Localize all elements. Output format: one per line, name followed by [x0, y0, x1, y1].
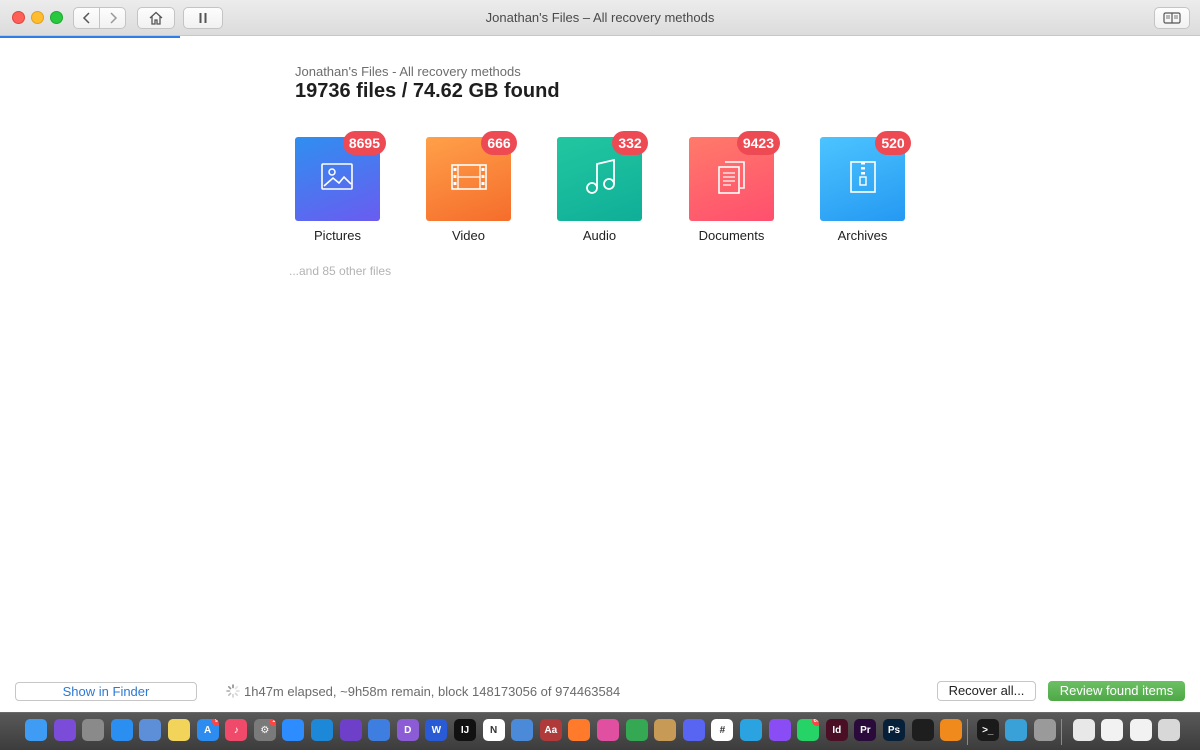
category-count-badge: 332: [612, 131, 648, 155]
dock-glyph: >_: [982, 724, 994, 736]
category-label: Archives: [837, 228, 888, 243]
show-in-finder-button[interactable]: Show in Finder: [15, 682, 197, 701]
category-label: Video: [451, 228, 485, 243]
slack-icon[interactable]: #: [711, 719, 734, 741]
dock-glyph: #: [719, 724, 726, 736]
scan-progress-bar: [0, 36, 1200, 38]
system-preferences-icon[interactable]: ⚙ 1: [253, 719, 276, 741]
maps-icon[interactable]: [654, 719, 677, 741]
terminal-icon[interactable]: >_: [976, 719, 999, 741]
safari-icon[interactable]: [110, 719, 133, 741]
spinner-icon: [226, 684, 240, 698]
dock-glyph: N: [489, 724, 498, 736]
documents-icon: [714, 158, 750, 201]
vlc-icon[interactable]: [940, 719, 963, 741]
xcode-icon[interactable]: [368, 719, 391, 741]
dictionary-icon[interactable]: Aa: [539, 719, 562, 741]
review-found-items-button[interactable]: Review found items: [1048, 681, 1185, 701]
intellij-icon[interactable]: IJ: [454, 719, 476, 741]
category-label: Audio: [582, 228, 617, 243]
music-note-icon: [583, 158, 617, 201]
music-icon[interactable]: ♪: [225, 719, 248, 741]
category-video[interactable]: 666 Video: [426, 131, 517, 243]
dock-separator: [1060, 719, 1062, 745]
picture-icon: [320, 161, 356, 198]
category-count-badge: 9423: [736, 131, 780, 155]
app-window: Jonathan's Files – All recovery methods …: [0, 0, 1200, 712]
photoshop-icon[interactable]: Ps: [883, 719, 905, 741]
preview-icon[interactable]: [139, 719, 162, 741]
messenger-icon[interactable]: [768, 719, 791, 741]
sidebar-icon: [1163, 12, 1181, 24]
footer-bar: Show in Finder 1h47m elapsed, ~9h58m rem…: [0, 680, 1200, 710]
firefox-icon[interactable]: [568, 719, 591, 741]
category-label: Documents: [698, 228, 765, 243]
dock-glyph: ⚙: [260, 724, 270, 736]
toggle-sidebar-button[interactable]: [1154, 7, 1190, 29]
documents-stack-icon[interactable]: [1072, 719, 1095, 741]
found-summary-headline: 19736 files / 74.62 GB found: [295, 80, 560, 102]
vscode-icon[interactable]: [311, 719, 333, 741]
session-subtitle: Jonathan's Files - All recovery methods: [295, 64, 521, 79]
indesign-icon[interactable]: Id: [825, 719, 848, 741]
other-files-link[interactable]: ...and 85 other files: [289, 264, 391, 278]
figma-icon[interactable]: [911, 719, 934, 741]
premiere-icon[interactable]: Pr: [854, 719, 877, 741]
category-count-badge: 520: [875, 131, 911, 155]
title-bar: Jonathan's Files – All recovery methods: [0, 0, 1200, 36]
category-count-badge: 666: [481, 131, 517, 155]
scan-status-text: 1h47m elapsed, ~9h58m remain, block 1481…: [244, 684, 621, 699]
whatsapp-icon[interactable]: 60: [797, 719, 820, 741]
chrome-icon[interactable]: [625, 719, 648, 741]
macos-dock: A 9 ♪ ⚙ 1 D W IJ N Aa #60 Id Pr Ps >_: [0, 712, 1200, 750]
arc-icon[interactable]: [597, 719, 619, 741]
dock-glyph: Ps: [887, 724, 901, 736]
dock-separator: [966, 719, 968, 745]
category-label: Pictures: [314, 228, 361, 243]
discord-icon[interactable]: [682, 719, 705, 741]
category-documents[interactable]: 9423 Documents: [689, 131, 780, 243]
avatar-app-icon[interactable]: [1005, 719, 1028, 741]
launchpad-icon[interactable]: [82, 719, 105, 741]
telegram-icon[interactable]: [740, 719, 762, 741]
dock-glyph: ♪: [233, 724, 239, 736]
notion-icon[interactable]: N: [482, 719, 505, 741]
window-title: Jonathan's Files – All recovery methods: [485, 10, 715, 25]
tool-icon[interactable]: [511, 719, 534, 741]
file-stack-icon[interactable]: [1101, 719, 1124, 741]
disk-drill-icon[interactable]: [1034, 719, 1056, 741]
scan-progress-fill: [0, 36, 180, 38]
zoom-icon[interactable]: [282, 719, 305, 741]
film-icon: [450, 162, 488, 197]
dock-glyph: A: [203, 724, 212, 736]
file-stack-2-icon[interactable]: [1129, 719, 1152, 741]
zip-archive-icon: [848, 159, 878, 200]
dock-notification-badge: 60: [811, 719, 820, 726]
dash-icon[interactable]: D: [396, 719, 419, 741]
app-store-icon[interactable]: A9: [196, 719, 219, 741]
notes-icon[interactable]: [168, 719, 190, 741]
category-archives[interactable]: 520 Archives: [820, 131, 911, 243]
trash-icon[interactable]: [1158, 719, 1181, 741]
github-icon[interactable]: [339, 719, 362, 741]
dock-glyph: Id: [832, 724, 842, 736]
dock-glyph: IJ: [460, 724, 470, 736]
dock-glyph: Pr: [860, 724, 871, 736]
finder-icon[interactable]: [25, 719, 47, 741]
dock-glyph: D: [404, 724, 412, 736]
dock-glyph: W: [431, 724, 442, 736]
category-audio[interactable]: 332 Audio: [557, 131, 648, 243]
recover-all-button[interactable]: Recover all...: [937, 681, 1036, 701]
word-icon[interactable]: W: [425, 719, 448, 741]
dock-glyph: Aa: [544, 724, 558, 736]
category-pictures[interactable]: 8695 Pictures: [295, 131, 386, 243]
category-count-badge: 8695: [342, 131, 386, 155]
siri-icon[interactable]: [53, 719, 76, 741]
dock-notification-badge: 9: [211, 719, 219, 726]
dock-notification-badge: 1: [268, 719, 276, 726]
